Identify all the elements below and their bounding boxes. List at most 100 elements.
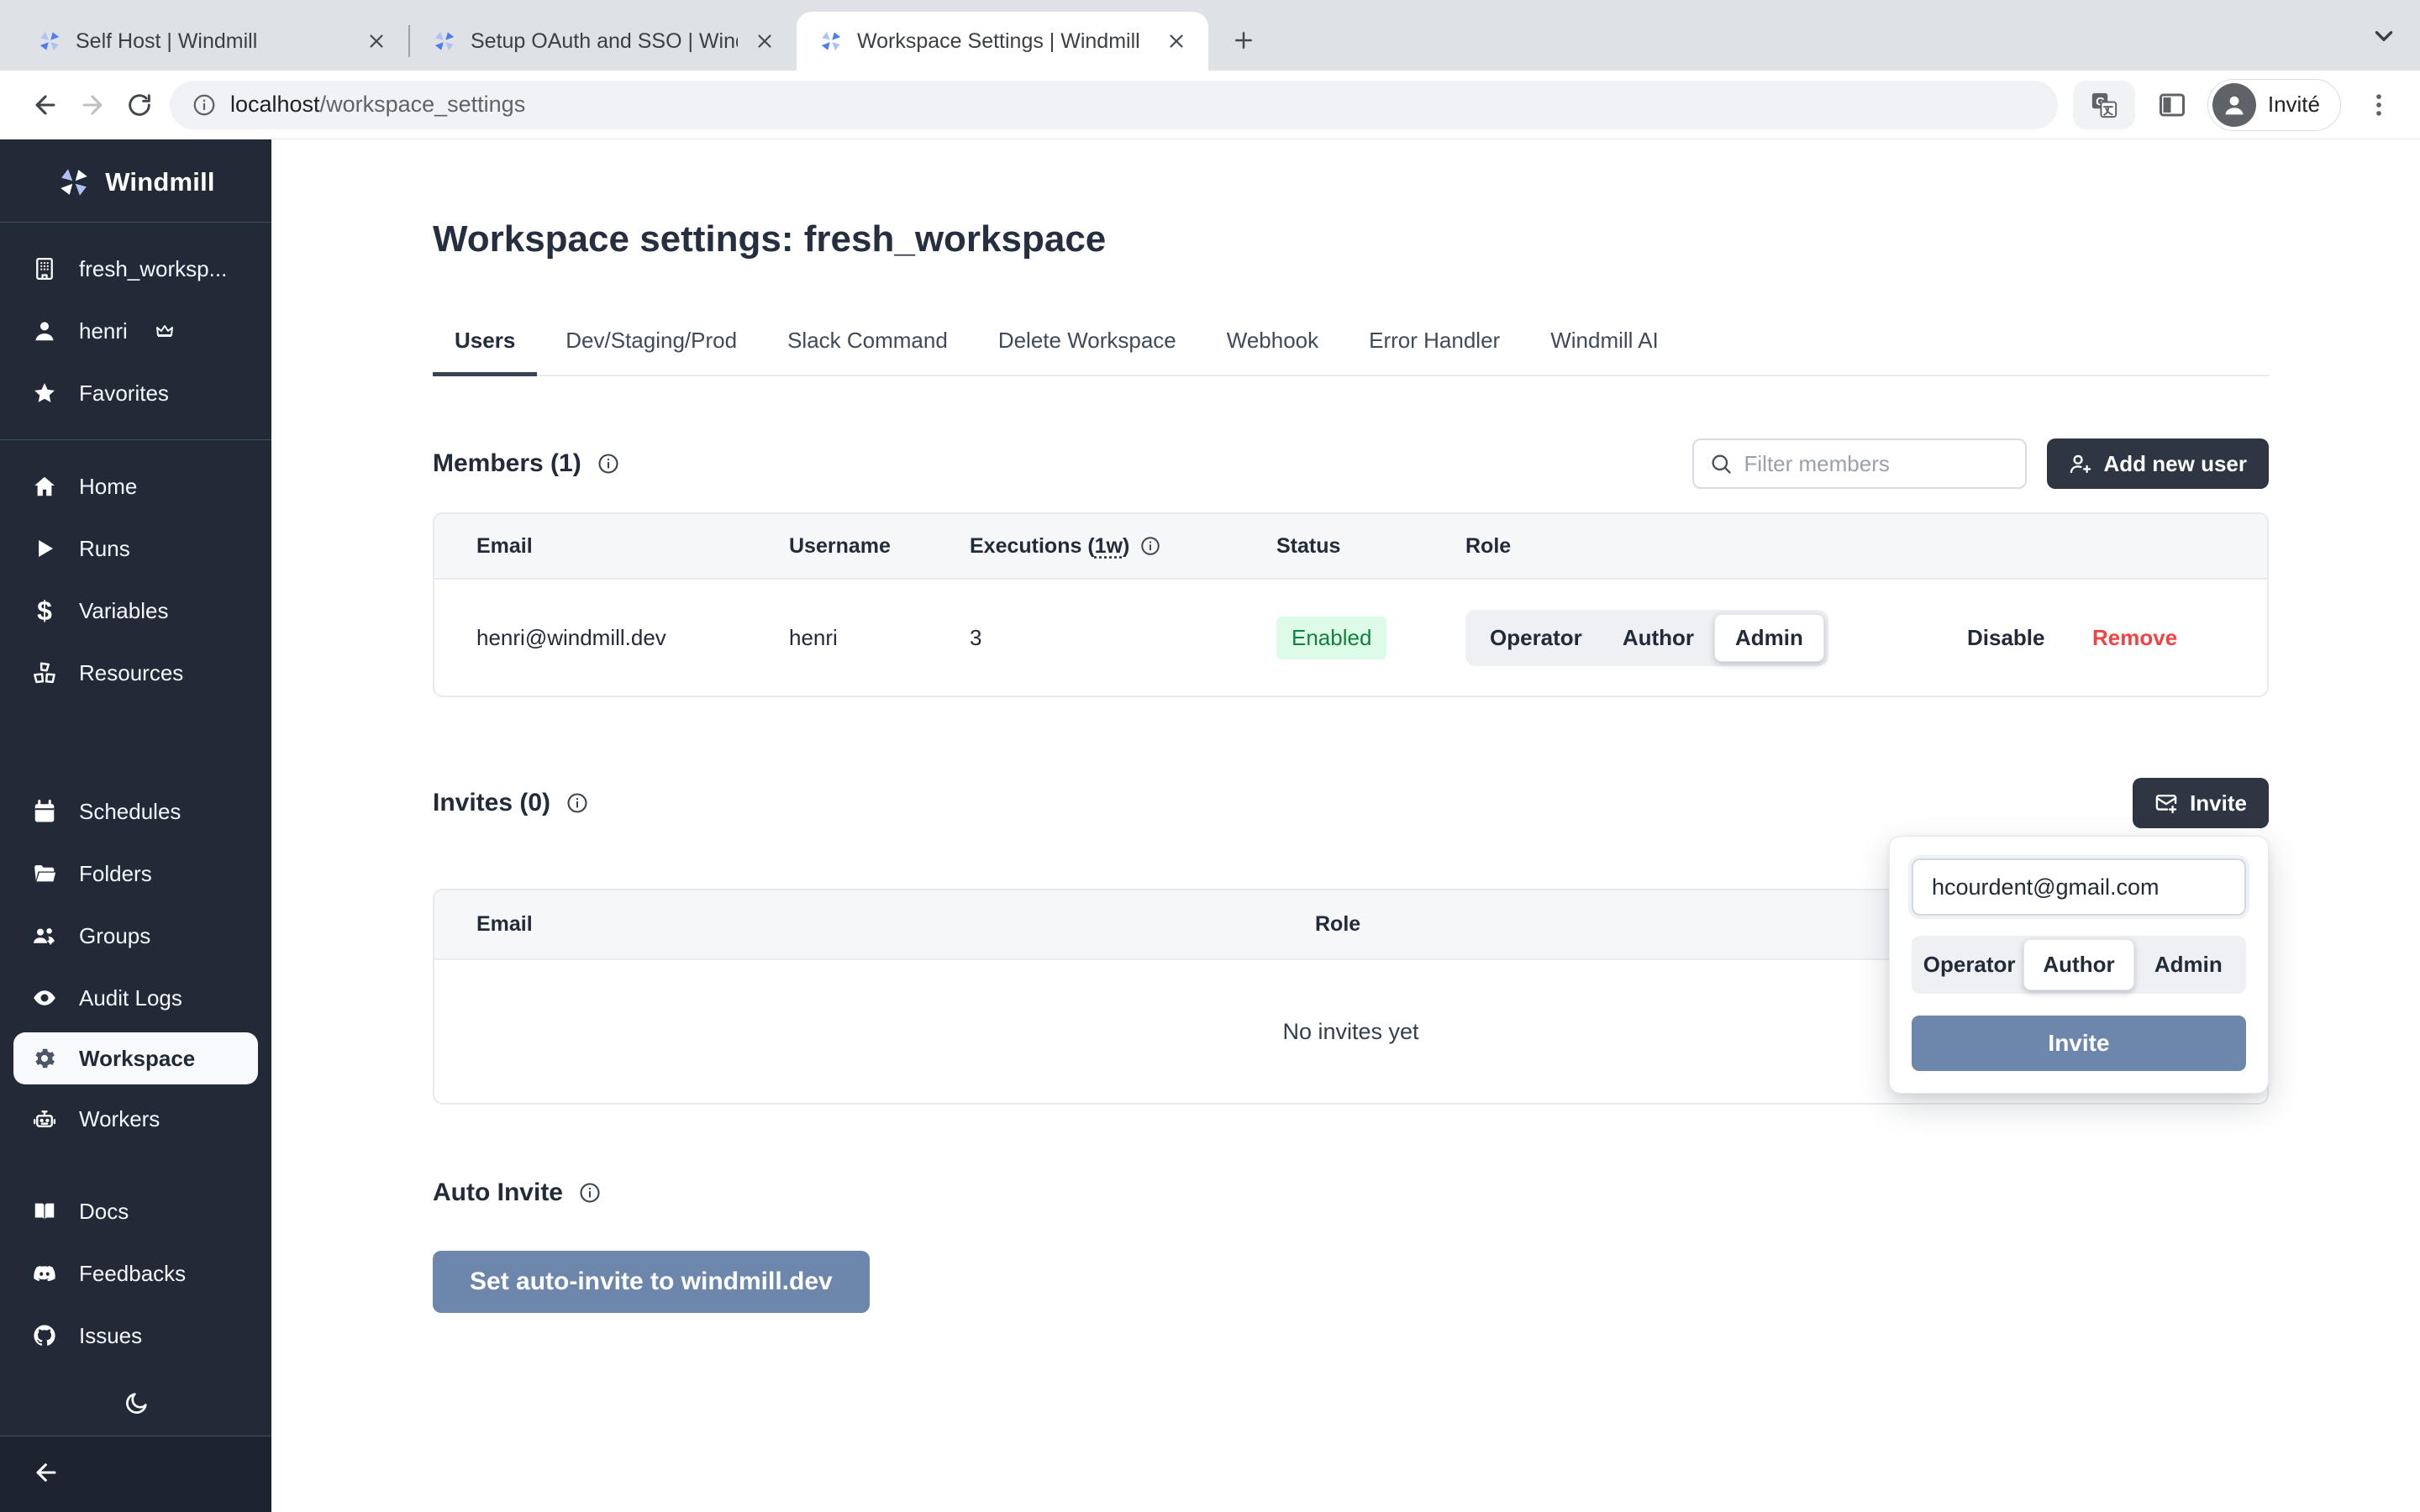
info-icon[interactable] [566,791,589,815]
tab-webhook[interactable]: Webhook [1205,312,1340,375]
tab-error-handler[interactable]: Error Handler [1347,312,1522,375]
spacer [0,719,271,765]
profile-name: Invité [2268,92,2320,118]
sidebar-item-workspace-switcher[interactable]: fresh_worksp... [0,238,271,300]
tab-dev-staging-prod[interactable]: Dev/Staging/Prod [544,312,759,375]
site-info-icon[interactable] [192,92,217,118]
star-icon [32,381,57,406]
invite-button[interactable]: Invite [2133,778,2269,828]
member-role-toggle: Operator Author Admin [1465,610,1828,666]
sidebar-item-issues[interactable]: Issues [0,1305,271,1367]
invites-section-header: Invites (0) Invite [433,778,2269,828]
role-author-option[interactable]: Author [2023,939,2133,990]
info-icon[interactable] [1139,535,1161,557]
reload-icon[interactable] [116,81,163,129]
tab-delete-workspace[interactable]: Delete Workspace [976,312,1198,375]
members-table-header: Email Username Executions (1w) Status Ro… [434,514,2267,580]
role-operator-option[interactable]: Operator [1470,615,1602,661]
sidebar-item-folders[interactable]: Folders [0,843,271,905]
browser-tab-workspace-settings[interactable]: Workspace Settings | Windmill [797,12,1208,71]
sidebar-item-resources[interactable]: Resources [0,642,271,704]
tab-title: Self Host | Windmill [76,29,350,54]
sidebar-item-favorites[interactable]: Favorites [0,362,271,424]
info-icon[interactable] [578,1181,602,1205]
remove-button[interactable]: Remove [2092,625,2177,650]
folder-open-icon [32,861,57,886]
dark-mode-toggle[interactable] [0,1382,271,1436]
tab-slack-command[interactable]: Slack Command [765,312,970,375]
back-icon[interactable] [22,81,69,129]
filter-members-field[interactable] [1692,438,2027,489]
windmill-logo[interactable]: Windmill [0,139,271,222]
sidebar-item-variables[interactable]: $ Variables [0,580,271,642]
sidebar-item-schedules[interactable]: Schedules [0,780,271,843]
sidebar-item-audit-logs[interactable]: Audit Logs [0,967,271,1029]
crown-icon [155,321,175,341]
sidebar-item-label: Feedbacks [79,1261,186,1287]
sidebar-item-label: Schedules [79,799,181,825]
info-icon[interactable] [597,452,620,475]
sidebar-item-label: Docs [79,1199,129,1225]
invite-email-input[interactable] [1912,858,2246,916]
workspace-name: fresh_worksp... [79,256,227,282]
new-tab-button[interactable] [1220,17,1267,64]
tab-windmill-ai[interactable]: Windmill AI [1528,312,1681,375]
tab-users[interactable]: Users [433,312,537,376]
col-role: Role [1465,534,1967,559]
browser-tab-strip: Self Host | Windmill Setup OAuth and SSO… [0,0,2420,71]
sidebar-item-feedbacks[interactable]: Feedbacks [0,1242,271,1305]
role-author-option[interactable]: Author [1602,615,1714,661]
sidebar-collapse-button[interactable] [0,1436,271,1512]
browser-profile-button[interactable]: Invité [2207,79,2341,131]
role-admin-option[interactable]: Admin [1714,614,1824,662]
browser-tab-oauth-sso[interactable]: Setup OAuth and SSO | Windm [410,12,797,71]
app-sidebar: Windmill fresh_worksp... henri Favorites [0,139,271,1512]
browser-tab-self-host[interactable]: Self Host | Windmill [15,12,408,71]
url-path: /workspace_settings [320,92,526,118]
brand-name: Windmill [105,167,214,197]
sidebar-item-label: Home [79,474,137,500]
role-admin-option[interactable]: Admin [2134,939,2243,990]
browser-menu-icon[interactable] [2360,86,2398,124]
forward-icon[interactable] [69,81,116,129]
filter-members-input[interactable] [1744,451,2010,477]
search-icon [1709,452,1733,475]
close-tab-icon[interactable] [1163,28,1190,55]
disable-button[interactable]: Disable [1967,625,2045,650]
close-tab-icon[interactable] [751,28,778,55]
sidebar-item-runs[interactable]: Runs [0,517,271,580]
sidebar-item-user-menu[interactable]: henri [0,300,271,362]
discord-icon [32,1261,57,1286]
book-icon [32,1199,57,1224]
translate-extension-button[interactable]: G [2073,81,2135,129]
role-operator-option[interactable]: Operator [1915,939,2023,990]
members-section-header: Members (1) Add new user [433,438,2269,489]
tab-search-chevron-icon[interactable] [2370,22,2398,50]
side-panel-icon[interactable] [2157,90,2187,120]
sidebar-item-workers[interactable]: Workers [0,1088,271,1150]
members-heading: Members (1) [433,449,581,478]
sidebar-main-nav: Home Runs $ Variables Resources [0,440,271,719]
windmill-favicon-icon [432,29,457,54]
sidebar-item-home[interactable]: Home [0,455,271,517]
sidebar-item-docs[interactable]: Docs [0,1180,271,1242]
settings-tabs: Users Dev/Staging/Prod Slack Command Del… [433,312,2269,376]
sidebar-item-groups[interactable]: Groups [0,905,271,967]
address-bar[interactable]: localhost/workspace_settings [170,81,2058,129]
sidebar-item-label: Issues [79,1323,142,1349]
member-executions: 3 [970,625,1276,651]
add-new-user-button[interactable]: Add new user [2047,438,2269,489]
sidebar-item-label: Resources [79,660,183,686]
sidebar-item-label: Groups [79,923,150,949]
windmill-favicon-icon [818,29,844,54]
set-auto-invite-button[interactable]: Set auto-invite to windmill.dev [433,1251,870,1313]
sidebar-item-workspace[interactable]: Workspace [13,1032,258,1084]
dollar-icon: $ [32,596,57,627]
invite-submit-button[interactable]: Invite [1912,1016,2246,1071]
url-host: localhost [230,92,320,118]
auto-invite-heading: Auto Invite [433,1179,563,1207]
close-tab-icon[interactable] [363,28,390,55]
executions-1w-link[interactable]: 1w [1095,534,1123,558]
windmill-favicon-icon [37,29,62,54]
browser-toolbar: localhost/workspace_settings G Invité [0,71,2420,139]
